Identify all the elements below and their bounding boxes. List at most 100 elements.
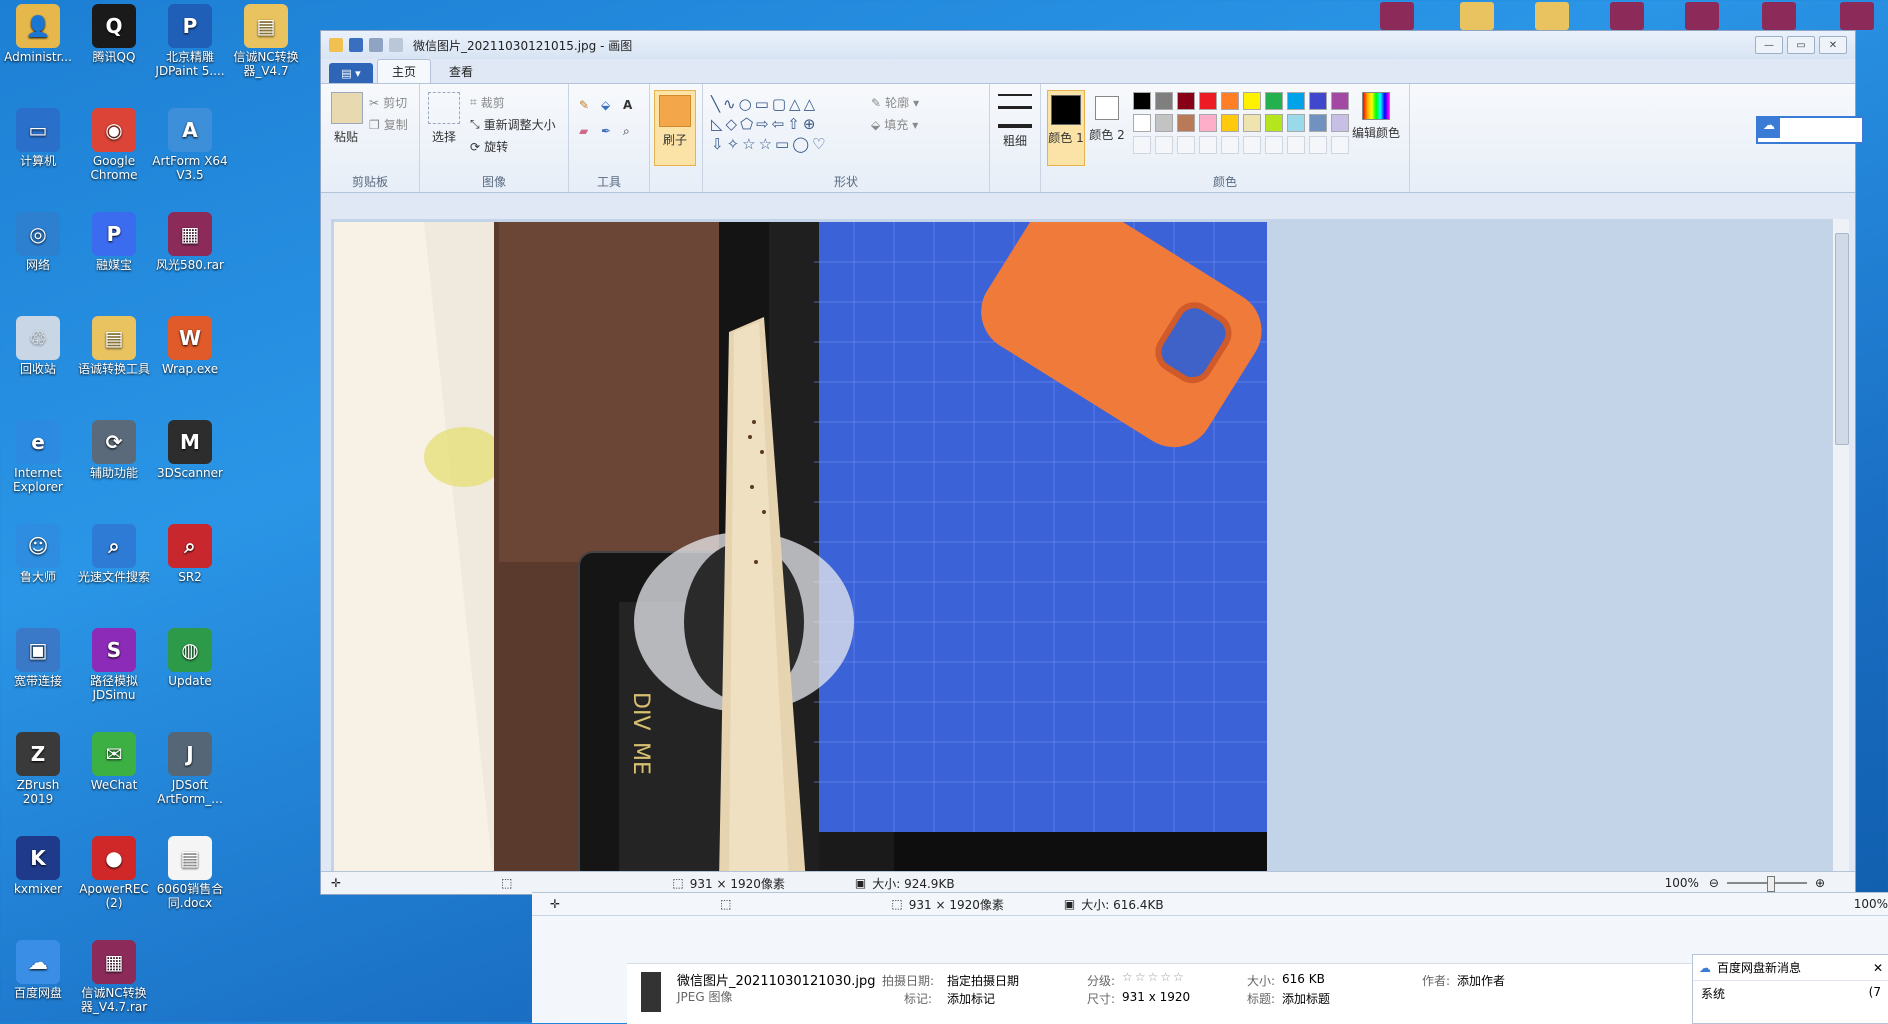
desktop-icon[interactable]: P 北京精雕 JDPaint 5.... [152, 0, 228, 78]
rar-icon[interactable] [1685, 2, 1719, 30]
palette-swatch[interactable] [1199, 114, 1217, 132]
select-button[interactable]: 选择 [426, 92, 462, 145]
redo-icon[interactable] [389, 38, 403, 52]
palette-swatch[interactable] [1265, 114, 1283, 132]
desktop-icon[interactable]: S 路径模拟 JDSimu [76, 624, 152, 702]
desktop-icon[interactable]: ▤ 语诚转换工具 [76, 312, 152, 376]
desktop-icon[interactable]: ◍ Update [152, 624, 228, 688]
edit-colors-button[interactable]: 编辑颜色 [1349, 92, 1403, 141]
desktop-icon[interactable]: M 3DScanner [152, 416, 228, 480]
brushes-button[interactable]: 刷子 [654, 90, 696, 166]
palette-swatch-empty[interactable] [1133, 136, 1151, 154]
desktop-icon[interactable]: ☺ 鲁大师 [0, 520, 76, 584]
notification-close-icon[interactable]: ✕ [1873, 961, 1883, 975]
palette-swatch[interactable] [1221, 92, 1239, 110]
desktop-icon[interactable]: Z ZBrush 2019 [0, 728, 76, 806]
desktop-icon[interactable]: ▭ 计算机 [0, 104, 76, 168]
desktop-icon[interactable]: W Wrap.exe [152, 312, 228, 376]
rar-icon[interactable] [1840, 2, 1874, 30]
copy-button[interactable]: ❐ 复制 [369, 116, 408, 133]
desktop-icon[interactable]: ▦ 风光580.rar [152, 208, 228, 272]
palette-swatch[interactable] [1243, 114, 1261, 132]
palette-swatch[interactable] [1155, 114, 1173, 132]
zoom-out-button[interactable]: ⊖ [1709, 876, 1719, 890]
desktop-icon[interactable]: ✉ WeChat [76, 728, 152, 792]
desktop-icon[interactable]: ▤ 信诚NC转换器_V4.7 [228, 0, 304, 78]
desktop-icon[interactable]: ⌕ SR2 [152, 520, 228, 584]
palette-swatch-empty[interactable] [1331, 136, 1349, 154]
folder-icon[interactable] [1535, 2, 1569, 30]
scroll-thumb[interactable] [1835, 233, 1849, 445]
palette-swatch[interactable] [1331, 92, 1349, 110]
image-canvas[interactable]: DIV ME [334, 222, 1267, 873]
desktop-icon[interactable]: ● ApowerREC (2) [76, 832, 152, 910]
outline-button[interactable]: ✎ 轮廓 ▾ [871, 94, 919, 111]
palette-swatch-empty[interactable] [1287, 136, 1305, 154]
vertical-scrollbar[interactable] [1832, 219, 1849, 873]
file-menu-button[interactable]: ▤ ▾ [329, 63, 373, 83]
palette-swatch[interactable] [1309, 92, 1327, 110]
desktop-icon[interactable]: ◉ Google Chrome [76, 104, 152, 182]
paste-button[interactable]: 粘贴 [331, 92, 363, 145]
desktop-icon[interactable]: e Internet Explorer [0, 416, 76, 494]
palette-swatch[interactable] [1133, 92, 1151, 110]
palette-swatch[interactable] [1287, 92, 1305, 110]
palette-swatch[interactable] [1155, 92, 1173, 110]
desktop-icon[interactable]: ▦ 信诚NC转换器_V4.7.rar [76, 936, 152, 1014]
folder-icon[interactable] [1460, 2, 1494, 30]
details-date-value[interactable]: 指定拍摄日期 [947, 972, 1019, 989]
save-icon[interactable] [349, 38, 363, 52]
palette-swatch[interactable] [1287, 114, 1305, 132]
close-button[interactable]: ✕ [1819, 36, 1847, 54]
maximize-button[interactable]: ▭ [1787, 36, 1815, 54]
rar-icon[interactable] [1610, 2, 1644, 30]
baidu-search-box[interactable]: ☁ [1756, 116, 1864, 144]
desktop-icon[interactable]: ▤ 6060销售合同.docx [152, 832, 228, 910]
desktop-icon[interactable]: ◎ 网络 [0, 208, 76, 272]
desktop-icon[interactable]: A ArtForm X64 V3.5 [152, 104, 228, 182]
shapes-gallery[interactable]: ╲∿○▭▢△△ ◺◇⬠⇨⇦⇧⊕ ⇩✧☆☆▭◯♡ [711, 94, 861, 154]
desktop-icon[interactable]: J JDSoft ArtForm_... [152, 728, 228, 806]
palette-swatch[interactable] [1177, 92, 1195, 110]
fill-button[interactable]: ⬙ 填充 ▾ [871, 116, 918, 133]
resize-button[interactable]: ⤡ 重新调整大小 [470, 116, 556, 133]
palette-swatch[interactable] [1331, 114, 1349, 132]
color2-button[interactable]: 颜色 2 [1089, 90, 1125, 143]
rotate-button[interactable]: ⟳ 旋转 [470, 138, 508, 155]
baidu-notification[interactable]: ☁ 百度网盘新消息 ✕ 系统 (7 [1692, 954, 1888, 1024]
cut-button[interactable]: ✂ 剪切 [369, 94, 407, 111]
magnifier-icon[interactable]: ⌕ [623, 124, 630, 139]
details-author-value[interactable]: 添加作者 [1457, 972, 1505, 989]
palette-swatch-empty[interactable] [1155, 136, 1173, 154]
zoom-in-button[interactable]: ⊕ [1815, 876, 1825, 890]
desktop-icon[interactable]: ⟳ 辅助功能 [76, 416, 152, 480]
pencil-icon[interactable]: ✎ [579, 98, 589, 112]
palette-swatch[interactable] [1177, 114, 1195, 132]
fill-icon[interactable]: ⬙ [601, 98, 610, 112]
color-picker-icon[interactable]: ✒ [601, 124, 611, 138]
zoom-slider-thumb[interactable] [1766, 876, 1775, 892]
desktop-icon[interactable]: ⌕ 光速文件搜索 [76, 520, 152, 584]
eraser-icon[interactable]: ▰ [579, 124, 588, 138]
palette-swatch-empty[interactable] [1199, 136, 1217, 154]
palette-swatch[interactable] [1133, 114, 1151, 132]
palette-swatch-empty[interactable] [1265, 136, 1283, 154]
desktop-icon[interactable]: ☁ 百度网盘 [0, 936, 76, 1000]
palette-swatch-empty[interactable] [1177, 136, 1195, 154]
palette-swatch[interactable] [1243, 92, 1261, 110]
palette-swatch[interactable] [1309, 114, 1327, 132]
desktop-icon[interactable]: ▣ 宽带连接 [0, 624, 76, 688]
palette-swatch-empty[interactable] [1243, 136, 1261, 154]
desktop-icon[interactable]: ♲ 回收站 [0, 312, 76, 376]
tab-home[interactable]: 主页 [377, 59, 432, 83]
tab-view[interactable]: 查看 [435, 60, 487, 83]
undo-icon[interactable] [369, 38, 383, 52]
desktop-icon[interactable]: Q 腾讯QQ [76, 0, 152, 64]
palette-swatch[interactable] [1199, 92, 1217, 110]
palette-swatch[interactable] [1265, 92, 1283, 110]
desktop-icon[interactable]: 👤 Administr... [0, 0, 76, 64]
color1-button[interactable]: 颜色 1 [1047, 90, 1085, 166]
size-button[interactable]: 粗细 [998, 90, 1032, 149]
desktop-icon[interactable]: Kkxmixer [0, 832, 76, 896]
palette-swatch-empty[interactable] [1221, 136, 1239, 154]
